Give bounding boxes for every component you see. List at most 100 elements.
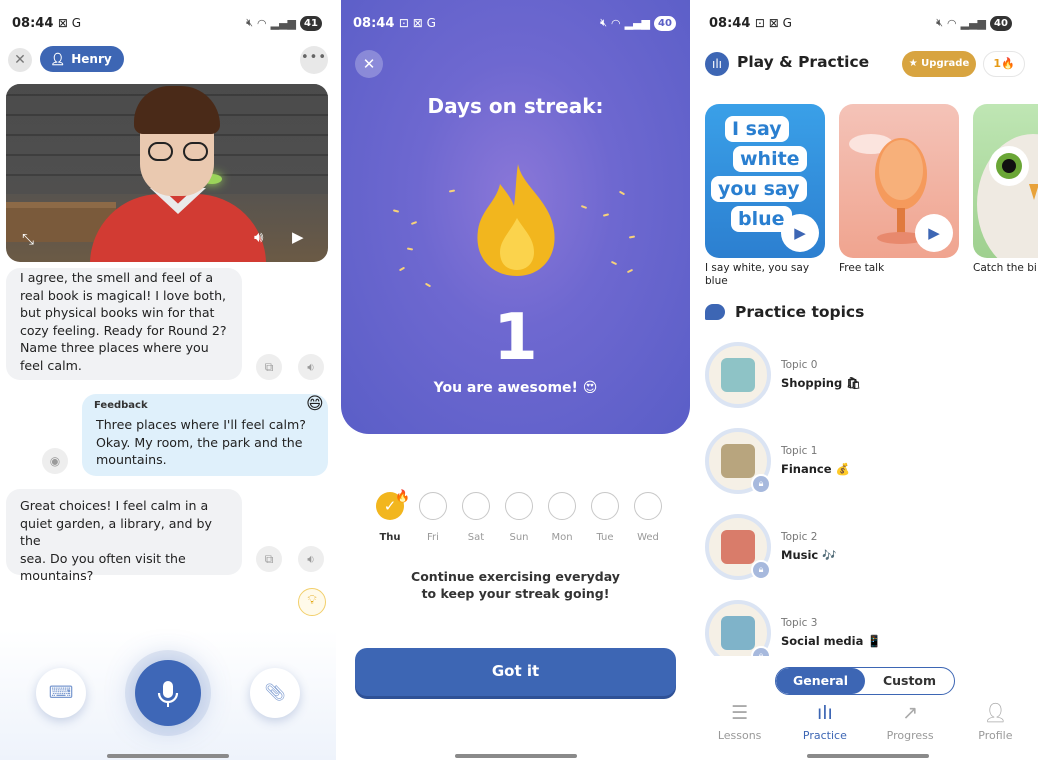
speaker-icon[interactable]: 🔊︎ [254,228,263,246]
topic-type-toggle: General Custom [775,667,955,695]
mute-icon: 🔇︎ [600,16,607,29]
wifi-icon: ◠ [947,16,957,30]
week-days: ✓ 🔥 Thu Fri Sat Sun Mon Tue Wed [369,489,669,543]
signal-icon: ▂▄▆ [624,16,650,30]
card-title: Free talk [839,262,885,274]
lock-icon: 🔒︎ [751,474,771,494]
wifi-icon: ◠ [611,16,621,30]
day-tue: Tue [584,492,626,543]
status-icons: 🔇︎ ◠ ▂▄▆ 40 [936,15,1024,31]
day-sun: Sun [498,492,540,543]
status-icons: 🔇︎ ◠ ▂▄▆ 40 [600,15,676,31]
attachment-button[interactable]: 📎︎ [250,668,300,718]
status-time: 08:44 [12,15,54,31]
game-card-free-talk[interactable]: ▶ [839,104,959,258]
soundwave-icon: ılı [705,52,729,76]
streak-badge[interactable]: 1🔥 [983,51,1025,77]
upgrade-button[interactable]: ★ Upgrade [902,51,976,77]
replay-audio-icon[interactable]: 🔉︎ [298,354,324,380]
tutor-name-button[interactable]: 👤︎ Henry [40,46,124,72]
nav-progress[interactable]: ↗ Progress [875,700,945,752]
game-card-i-say-white[interactable]: I say white you say blue ▶ [705,104,825,258]
topic-image [705,342,771,408]
battery-indicator: 40 [990,15,1012,31]
tutor-video: ⤡ 🔊︎ ▶︎ [6,84,328,262]
topic-item-shopping[interactable]: Topic 0 Shopping 🛍 [705,342,1005,412]
practice-screen: 08:44 ⊡ ⊠ G 🔇︎ ◠ ▂▄▆ 40 ılı Play & Pract… [697,0,1038,760]
status-time: 08:44 [353,15,395,31]
topic-item-social-media[interactable]: 🔒︎ Topic 3 Social media 📱 [705,600,1005,656]
status-notifications: ⊡ ⊠ G [754,15,792,30]
practice-icon: ılı [816,702,833,724]
segment-custom[interactable]: Custom [865,668,954,694]
status-notifications: ⊡ ⊠ G [398,15,436,30]
day-mon: Mon [541,492,583,543]
flame-icon [477,164,555,276]
translate-icon[interactable]: ⧉ [256,354,282,380]
glasses [148,142,208,162]
nav-lessons[interactable]: ☰ Lessons [705,700,775,752]
topic-item-music[interactable]: 🔒︎ Topic 2 Music 🎶 [705,514,1005,584]
feedback-tag[interactable]: Feedback [94,400,148,411]
close-icon[interactable]: ✕ [8,48,32,72]
status-bar: 08:44 ⊠ G 🔇︎ ◠ ▂▄▆ 41 [0,0,336,46]
lock-icon: 🔒︎ [751,560,771,580]
streak-title: Days on streak: [427,94,604,118]
keyboard-button[interactable]: ⌨ [36,668,86,718]
microphone-button[interactable] [135,660,201,726]
battery-indicator: 41 [300,15,322,31]
segment-general[interactable]: General [776,668,865,694]
got-it-button[interactable]: Got it [355,648,676,696]
streak-screen: 08:44 ⊡ ⊠ G 🔇︎ ◠ ▂▄▆ 40 ✕ Days on streak… [341,0,690,760]
lock-icon: 🔒︎ [751,646,771,656]
play-icon[interactable]: ▶ [915,214,953,252]
person-icon: 👤︎ [50,52,66,66]
bottom-nav: ☰ Lessons ılı Practice ↗ Progress 👤︎ Pro… [697,700,1038,752]
page-title: Play & Practice [737,53,870,71]
chat-bubble-icon [705,304,725,320]
translate-icon[interactable]: ⧉ [256,546,282,572]
streak-count: 1 [493,301,538,375]
minimize-icon[interactable]: ⤡ [22,230,34,248]
day-wed: Wed [627,492,669,543]
signal-icon: ▂▄▆ [960,16,986,30]
game-card-catch-the-bird[interactable] [973,104,1038,258]
owl-illustration [977,134,1038,258]
status-time: 08:44 [709,15,751,31]
replay-audio-icon[interactable]: 🔉︎ [298,546,324,572]
battery-indicator: 40 [654,15,676,31]
day-fri: Fri [412,492,454,543]
home-indicator [806,754,929,758]
topic-item-finance[interactable]: 🔒︎ Topic 1 Finance 💰 [705,428,1005,498]
eye-icon[interactable]: ◉ [42,448,68,474]
play-icon[interactable]: ▶ [781,214,819,252]
mute-icon: 🔇︎ [246,16,253,29]
day-sat: Sat [455,492,497,543]
profile-icon: 👤︎ [983,702,1008,724]
signal-icon: ▂▄▆ [270,16,296,30]
microphone-icon [157,680,179,707]
lessons-icon: ☰ [731,702,749,724]
flame-small-icon: 🔥 [395,489,410,503]
home-indicator [454,754,577,758]
mute-icon: 🔇︎ [936,16,943,29]
lightbulb-icon[interactable]: 💡︎ [298,588,326,616]
status-bar: 08:44 ⊡ ⊠ G 🔇︎ ◠ ▂▄▆ 40 [697,0,1038,46]
card-title: Catch the bi [973,262,1037,274]
chat-screen: 08:44 ⊠ G 🔇︎ ◠ ▂▄▆ 41 ✕ 👤︎ Henry ••• ⤡ 🔊… [0,0,336,760]
status-notifications: ⊠ G [57,15,82,30]
feedback-emoji: 😄 [306,394,324,414]
nav-practice[interactable]: ılı Practice [790,700,860,752]
camera-icon[interactable]: ▶︎ [292,228,304,246]
bot-message: I agree, the smell and feel of a real bo… [6,268,242,380]
nav-profile[interactable]: 👤︎ Profile [960,700,1030,752]
section-heading: Practice topics [705,303,864,321]
streak-card: 08:44 ⊡ ⊠ G 🔇︎ ◠ ▂▄▆ 40 ✕ Days on streak… [341,0,690,434]
home-indicator [107,754,229,758]
status-bar: 08:44 ⊡ ⊠ G 🔇︎ ◠ ▂▄▆ 40 [341,0,690,46]
close-icon[interactable]: ✕ [355,50,383,78]
more-icon[interactable]: ••• [300,46,328,74]
check-icon: ✓ 🔥 [376,489,410,520]
status-icons: 🔇︎ ◠ ▂▄▆ 41 [246,15,322,31]
continue-message: Continue exercising everyday to keep you… [411,569,620,601]
